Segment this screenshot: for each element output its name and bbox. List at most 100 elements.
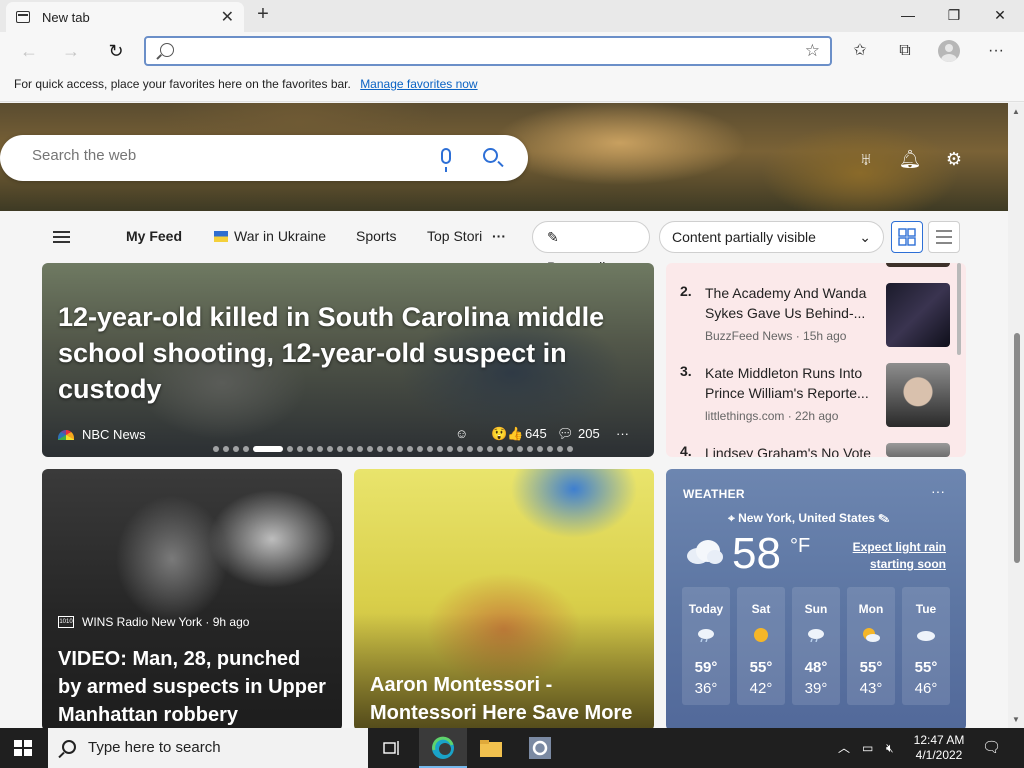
story-more-options-icon[interactable]: ···: [616, 426, 629, 441]
collections-icon[interactable]: ⧉: [893, 40, 917, 62]
forecast-day[interactable]: Sat 55° 42°: [737, 587, 785, 705]
profile-avatar[interactable]: [938, 40, 960, 62]
reactions-icon[interactable]: 😲👍: [491, 426, 523, 442]
menu-hamburger-icon[interactable]: [53, 231, 70, 243]
taskbar-search-box[interactable]: Type here to search: [48, 728, 368, 768]
forecast-day[interactable]: Mon 55° 43°: [847, 587, 895, 705]
content-visibility-dropdown[interactable]: Content partially visible ⌄: [659, 221, 884, 253]
carousel-dot[interactable]: [223, 446, 229, 452]
forecast-day[interactable]: Sun 48° 39°: [792, 587, 840, 705]
favorites-icon[interactable]: ✩: [848, 40, 872, 62]
scroll-up-arrow-icon[interactable]: ▲: [1012, 107, 1020, 116]
trending-scrollbar[interactable]: [957, 263, 961, 355]
minimize-button[interactable]: —: [885, 0, 931, 30]
task-view-icon[interactable]: [368, 728, 416, 768]
sponsored-card-title[interactable]: Aaron Montessori - Montessori Here Save …: [370, 671, 640, 727]
news-card[interactable]: 1010 WINS Radio New York · 9h ago VIDEO:…: [42, 469, 342, 728]
manage-favorites-link[interactable]: Manage favorites now: [360, 77, 477, 91]
notifications-bell-icon[interactable]: 🔔︎: [898, 147, 922, 171]
sponsored-card[interactable]: Aaron Montessori - Montessori Here Save …: [354, 469, 654, 728]
weather-card[interactable]: WEATHER ··· ⌖ New York, United States ✎ …: [666, 469, 966, 728]
grid-view-button[interactable]: [891, 221, 923, 253]
forecast-day[interactable]: Today 59° 36°: [682, 587, 730, 705]
carousel-dot[interactable]: [547, 446, 553, 452]
forward-button[interactable]: →: [58, 39, 84, 63]
search-icon[interactable]: [483, 148, 498, 163]
carousel-dot[interactable]: [447, 446, 453, 452]
taskbar-clock[interactable]: 12:47 AM 4/1/2022: [908, 733, 970, 763]
carousel-dot[interactable]: [407, 446, 413, 452]
add-favorite-star-icon[interactable]: ☆: [805, 41, 820, 61]
scrollbar-thumb[interactable]: [1014, 333, 1020, 563]
tab-new-tab[interactable]: New tab ✕: [6, 2, 244, 32]
carousel-dot[interactable]: [527, 446, 533, 452]
trending-thumbnail[interactable]: [886, 363, 950, 427]
carousel-dot[interactable]: [487, 446, 493, 452]
add-reaction-icon[interactable]: ☺: [455, 426, 468, 441]
forecast-day[interactable]: Tue 55° 46°: [902, 587, 950, 705]
carousel-dot[interactable]: [233, 446, 239, 452]
news-card-title[interactable]: VIDEO: Man, 28, punched by armed suspect…: [58, 645, 328, 728]
carousel-dot[interactable]: [287, 446, 293, 452]
settings-gear-icon[interactable]: [516, 728, 564, 768]
file-explorer-icon[interactable]: [467, 728, 515, 768]
carousel-dot[interactable]: [537, 446, 543, 452]
tab-close-icon[interactable]: ✕: [221, 7, 234, 27]
notifications-icon[interactable]: 🗨︎: [982, 728, 1001, 768]
windows-start-icon[interactable]: [14, 740, 32, 756]
carousel-dot[interactable]: [517, 446, 523, 452]
new-tab-button[interactable]: +: [252, 4, 274, 26]
weather-alert-link[interactable]: Expect light rain starting soon: [836, 539, 946, 573]
carousel-dot[interactable]: [387, 446, 393, 452]
weather-location[interactable]: ⌖ New York, United States ✎: [728, 511, 889, 526]
carousel-dot[interactable]: [497, 446, 503, 452]
network-icon[interactable]: ▭: [862, 728, 873, 768]
personalize-button[interactable]: ✎ Personalize: [532, 221, 650, 275]
address-input[interactable]: [186, 41, 786, 61]
carousel-dot[interactable]: [357, 446, 363, 452]
settings-more-icon[interactable]: ···: [984, 40, 1008, 62]
list-view-button[interactable]: [928, 221, 960, 253]
page-scrollbar[interactable]: ▲ ▼: [1008, 103, 1024, 728]
back-button[interactable]: ←: [16, 39, 42, 63]
feed-tab-sports[interactable]: Sports: [356, 228, 396, 244]
weather-more-options-icon[interactable]: ···: [931, 483, 945, 499]
carousel-dot[interactable]: [347, 446, 353, 452]
trending-thumbnail[interactable]: [886, 283, 950, 347]
carousel-dot[interactable]: [327, 446, 333, 452]
carousel-dot[interactable]: [567, 446, 573, 452]
edit-location-pencil-icon[interactable]: ✎: [878, 511, 889, 525]
carousel-dot[interactable]: [557, 446, 563, 452]
weather-unit[interactable]: °F: [790, 535, 810, 558]
maximize-button[interactable]: ❐: [931, 0, 977, 30]
refresh-button[interactable]: ↻: [103, 39, 129, 63]
trending-title[interactable]: Lindsey Graham's No Vote: [705, 443, 885, 457]
carousel-dot[interactable]: [457, 446, 463, 452]
feed-more-button[interactable]: ···: [492, 228, 506, 244]
trending-item[interactable]: 3. Kate Middleton Runs Into Prince Willi…: [680, 363, 950, 433]
rewards-icon[interactable]: ♅: [854, 147, 878, 171]
show-hidden-icons-chevron-icon[interactable]: ︿: [838, 728, 850, 768]
carousel-dot[interactable]: [427, 446, 433, 452]
hero-story-card[interactable]: 12-year-old killed in South Carolina mid…: [42, 263, 654, 457]
hero-story-headline[interactable]: 12-year-old killed in South Carolina mid…: [58, 299, 618, 407]
edge-browser-icon[interactable]: [419, 728, 467, 768]
web-search-input[interactable]: [32, 147, 412, 164]
carousel-dot[interactable]: [377, 446, 383, 452]
carousel-dot[interactable]: [397, 446, 403, 452]
carousel-dot[interactable]: [297, 446, 303, 452]
page-settings-gear-icon[interactable]: ⚙: [942, 147, 966, 171]
carousel-dot-active[interactable]: [253, 446, 283, 452]
web-search-box[interactable]: [0, 135, 528, 181]
feed-tab-top-stories[interactable]: Top Stori: [427, 228, 482, 244]
trending-title[interactable]: The Academy And Wanda Sykes Gave Us Behi…: [705, 283, 877, 323]
carousel-dot[interactable]: [243, 446, 249, 452]
carousel-dot[interactable]: [317, 446, 323, 452]
carousel-dot[interactable]: [367, 446, 373, 452]
address-bar[interactable]: ☆: [144, 36, 832, 66]
microphone-icon[interactable]: [441, 148, 451, 172]
trending-thumbnail[interactable]: [886, 263, 950, 267]
carousel-dot[interactable]: [213, 446, 219, 452]
scroll-down-arrow-icon[interactable]: ▼: [1012, 715, 1020, 724]
feed-tab-my-feed[interactable]: My Feed: [126, 228, 182, 244]
